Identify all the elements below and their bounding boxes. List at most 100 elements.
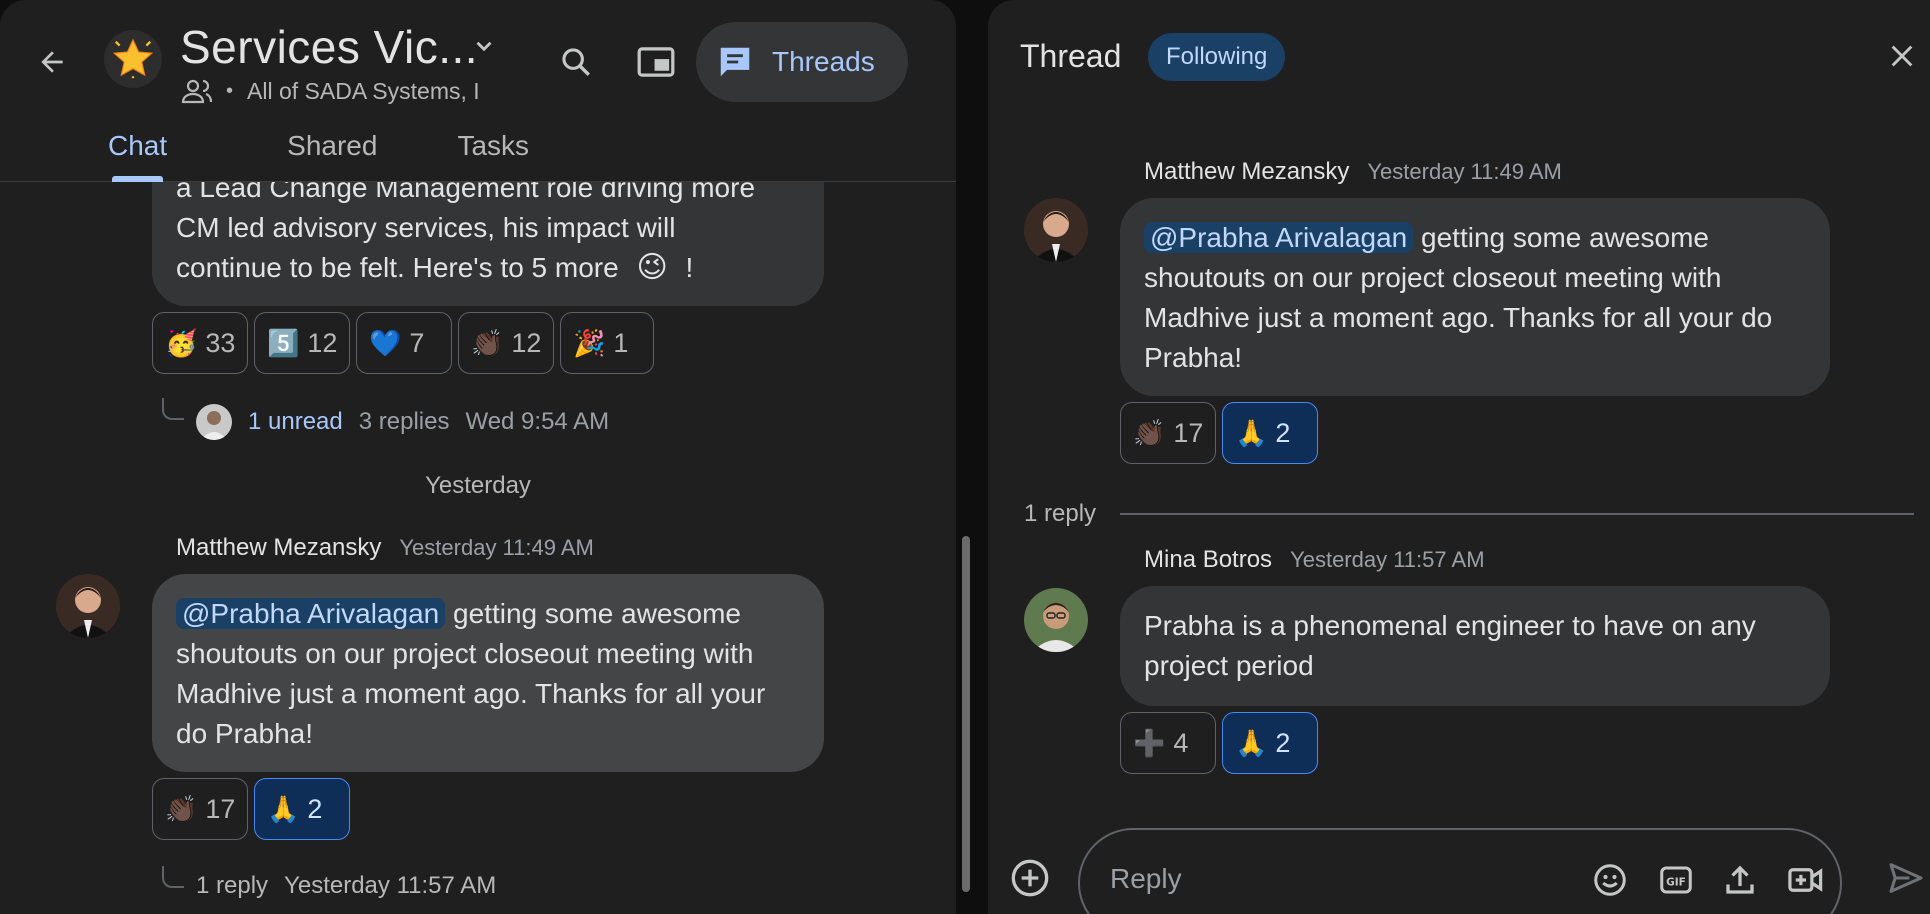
upload-button[interactable] (1720, 860, 1760, 900)
party-face-emoji: 🥳 (165, 327, 198, 358)
clapping-hands-emoji: 👏🏿 (165, 793, 198, 824)
reaction-chip[interactable]: 5️⃣ 12 (254, 312, 350, 374)
gif-button[interactable]: GIF (1656, 860, 1696, 900)
reaction-count: 7 (409, 327, 425, 358)
clapping-hands-emoji: 👏🏿 (471, 327, 504, 358)
avatar[interactable] (1024, 198, 1088, 262)
reaction-chip[interactable]: 👏🏿 12 (458, 312, 554, 374)
reply-count: 1 reply (196, 872, 269, 899)
chevron-down-icon (476, 41, 492, 52)
sender-name[interactable]: Matthew Mezansky (176, 534, 381, 562)
threads-label: Threads (772, 46, 875, 77)
divider-rule (1120, 513, 1914, 515)
reply-input[interactable] (1110, 854, 1550, 904)
group-icon (181, 79, 213, 104)
thread-summary[interactable]: 1 unread 3 replies Wed 9:54 AM (196, 404, 609, 440)
message-line: project period (1144, 650, 1314, 681)
reply-time: Wed 9:54 AM (465, 408, 610, 435)
mention-chip[interactable]: @Prabha Arivalagan (176, 598, 446, 629)
folded-hands-emoji: 🙏 (267, 793, 300, 824)
thread-pane: Thread Following Matthew Mezansky Yester… (988, 0, 1930, 914)
message-line: Madhive just a moment ago. Thanks for al… (176, 678, 766, 709)
following-button[interactable]: Following (1148, 33, 1286, 81)
space-title[interactable]: Services Vic... (180, 20, 478, 74)
sender-name[interactable]: Matthew Mezansky (1144, 158, 1349, 186)
reactions-row: 🥳 33 5️⃣ 12 💙 7 👏🏿 12 🎉 1 (152, 312, 654, 374)
reaction-chip[interactable]: ➕ 4 (1120, 712, 1216, 774)
search-icon (562, 48, 590, 76)
gif-icon: GIF (1660, 866, 1692, 894)
message-line: Prabha is a phenomenal engineer to have … (1144, 610, 1756, 641)
picture-in-picture-icon (637, 47, 675, 77)
add-circle-icon (1011, 859, 1049, 897)
svg-text:GIF: GIF (1666, 876, 1686, 888)
message-bubble: @Prabha Arivalagan getting some awesome … (1120, 198, 1830, 396)
message-time: Yesterday 11:49 AM (399, 535, 594, 560)
reaction-chip[interactable]: 👏🏿 17 (1120, 402, 1216, 464)
reactions-row: 👏🏿 17 🙏 2 (1120, 402, 1318, 464)
send-icon (1889, 863, 1923, 893)
picture-in-picture-button[interactable] (632, 38, 680, 86)
space-avatar[interactable] (104, 30, 162, 88)
chat-scrollbar[interactable] (962, 536, 970, 892)
back-button[interactable] (30, 40, 74, 84)
reply-time: Yesterday 11:57 AM (284, 872, 497, 899)
reaction-count: 2 (1275, 727, 1291, 758)
message-line: Madhive just a moment ago. Thanks for al… (1144, 302, 1773, 333)
space-menu-button[interactable] (468, 30, 500, 62)
message-time: Yesterday 11:57 AM (1290, 547, 1485, 572)
reaction-chip[interactable]: 💙 7 (356, 312, 452, 374)
video-meeting-button[interactable] (1786, 860, 1826, 900)
thread-title: Thread (1020, 38, 1122, 74)
folded-hands-emoji: 🙏 (1235, 727, 1268, 758)
search-button[interactable] (552, 38, 600, 86)
tab-tasks[interactable]: Tasks (437, 126, 549, 182)
reaction-chip[interactable]: 🙏 2 (1222, 402, 1318, 464)
sender-name[interactable]: Mina Botros (1144, 546, 1272, 574)
reactions-row: ➕ 4 🙏 2 (1120, 712, 1318, 774)
arrow-back-icon (41, 51, 63, 73)
reaction-count: 17 (1173, 417, 1204, 448)
reaction-count: 4 (1173, 727, 1189, 758)
blue-heart-emoji: 💙 (369, 327, 402, 358)
threads-button[interactable]: Threads (696, 22, 908, 102)
reaction-count: 17 (205, 793, 236, 824)
emoji-button[interactable] (1590, 860, 1630, 900)
thread-hook (162, 866, 184, 888)
reaction-chip[interactable]: 🙏 2 (1222, 712, 1318, 774)
close-icon (1891, 45, 1913, 67)
plus-emoji: ➕ (1133, 727, 1166, 758)
reaction-chip[interactable]: 🎉 1 (560, 312, 654, 374)
thread-summary[interactable]: 1 reply Yesterday 11:57 AM (196, 872, 496, 900)
reaction-chip[interactable]: 👏🏿 17 (152, 778, 248, 840)
tab-chat[interactable]: Chat (88, 126, 187, 182)
space-audience: All of SADA Systems, I (247, 77, 480, 104)
message-header: Matthew Mezansky Yesterday 11:49 AM (1144, 158, 1562, 186)
message-line: shoutouts on our project closeout meetin… (1144, 262, 1722, 293)
keycap-five-emoji: 5️⃣ (267, 327, 300, 358)
send-button[interactable] (1884, 856, 1928, 900)
video-add-icon (1788, 868, 1823, 892)
emoji-icon (1594, 864, 1626, 896)
reaction-count: 1 (613, 327, 629, 358)
unread-count: 1 unread (248, 408, 343, 435)
tab-shared[interactable]: Shared (267, 126, 397, 182)
clapping-hands-emoji: 👏🏿 (1133, 417, 1166, 448)
reactions-row: 👏🏿 17 🙏 2 (152, 778, 350, 840)
reaction-count: 12 (307, 327, 338, 358)
add-attachment-button[interactable] (1010, 858, 1050, 898)
reaction-chip[interactable]: 🥳 33 (152, 312, 248, 374)
message-header: Mina Botros Yesterday 11:57 AM (1144, 546, 1485, 574)
message-bubble: @Prabha Arivalagan getting some awesome … (152, 574, 824, 772)
star-icon (112, 38, 154, 79)
folded-hands-emoji: 🙏 (1235, 417, 1268, 448)
mention-chip[interactable]: @Prabha Arivalagan (1144, 222, 1414, 253)
avatar[interactable] (1024, 588, 1088, 652)
threads-icon (720, 47, 750, 77)
reaction-chip[interactable]: 🙏 2 (254, 778, 350, 840)
close-thread-button[interactable] (1884, 38, 1920, 74)
reply-count: 3 replies (358, 408, 450, 435)
reply-divider: 1 reply (1024, 500, 1914, 528)
separator-dot: • (226, 79, 234, 102)
avatar[interactable] (56, 574, 120, 638)
